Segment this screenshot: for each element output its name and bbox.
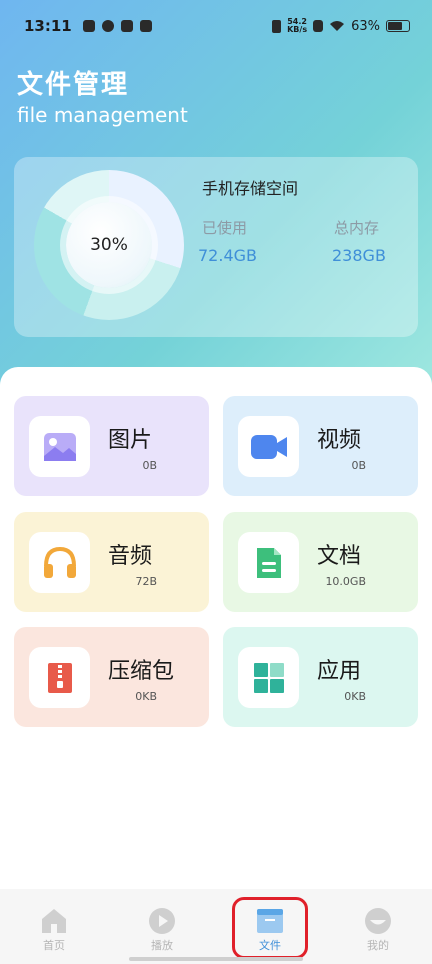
- storage-percent: 30%: [66, 202, 152, 288]
- page-title: 文件管理: [17, 70, 130, 100]
- document-icon: [238, 532, 299, 593]
- headphones-icon: [29, 532, 90, 593]
- category-name: 文档: [317, 544, 362, 569]
- net-speed: 54.2 KB/s: [287, 18, 307, 34]
- category-size: 0B: [351, 459, 366, 472]
- category-size: 0B: [142, 459, 157, 472]
- category-name: 压缩包: [108, 659, 175, 684]
- vibrate-icon: [272, 19, 282, 33]
- home-indicator[interactable]: [129, 957, 303, 961]
- battery-icon: [386, 20, 410, 32]
- tab-label: 我的: [367, 939, 389, 952]
- net-speed-unit: KB/s: [287, 25, 308, 34]
- category-apps[interactable]: 应用 0KB: [223, 627, 418, 727]
- play-icon: [149, 908, 175, 934]
- category-name: 应用: [317, 659, 362, 684]
- total-label: 总内存: [334, 219, 380, 237]
- category-name: 音频: [108, 544, 153, 569]
- page-subtitle: file management: [17, 103, 188, 127]
- highlight-annotation: [232, 897, 308, 959]
- total-value: 238GB: [332, 246, 386, 265]
- video-icon: [238, 416, 299, 477]
- category-archives[interactable]: 压缩包 0KB: [14, 627, 209, 727]
- apps-icon: [238, 647, 299, 708]
- more-notifications-icon: [139, 20, 152, 32]
- category-size: 10.0GB: [325, 575, 366, 588]
- category-images[interactable]: 图片 0B: [14, 396, 209, 496]
- sim-icon: [313, 20, 324, 32]
- storage-title: 手机存储空间: [202, 179, 299, 198]
- profile-icon: [365, 908, 391, 934]
- status-time: 13:11: [24, 17, 72, 35]
- play-app-icon: [120, 20, 133, 32]
- category-name: 图片: [108, 428, 153, 453]
- home-icon: [42, 909, 66, 933]
- category-panel: 图片 0B 视频 0B 音频 72B 文档 10.0GB 压缩包 0KB 应用 …: [0, 367, 432, 887]
- status-bar: 13:11 54.2 KB/s 63%: [0, 0, 432, 52]
- category-size: 0KB: [135, 690, 157, 703]
- image-icon: [29, 416, 90, 477]
- tab-profile[interactable]: 我的: [324, 889, 432, 964]
- tab-label: 播放: [151, 939, 173, 952]
- category-documents[interactable]: 文档 10.0GB: [223, 512, 418, 612]
- tab-home[interactable]: 首页: [0, 889, 108, 964]
- bottom-tab-bar: 首页 播放 文件 我的: [0, 889, 432, 964]
- used-label: 已使用: [202, 219, 248, 237]
- zip-icon: [29, 647, 90, 708]
- storage-ring: 30%: [34, 170, 184, 320]
- tab-label: 首页: [43, 939, 65, 952]
- category-videos[interactable]: 视频 0B: [223, 396, 418, 496]
- used-value: 72.4GB: [198, 246, 257, 265]
- category-size: 0KB: [344, 690, 366, 703]
- tab-play[interactable]: 播放: [108, 889, 216, 964]
- category-audio[interactable]: 音频 72B: [14, 512, 209, 612]
- wifi-icon: [330, 21, 345, 31]
- storage-card[interactable]: 30% 手机存储空间 已使用 总内存 72.4GB 238GB: [14, 157, 418, 337]
- category-size: 72B: [135, 575, 157, 588]
- check-badge-icon: [101, 20, 114, 32]
- category-name: 视频: [317, 428, 362, 453]
- battery-percent: 63%: [351, 18, 380, 34]
- crown-icon: [82, 20, 95, 32]
